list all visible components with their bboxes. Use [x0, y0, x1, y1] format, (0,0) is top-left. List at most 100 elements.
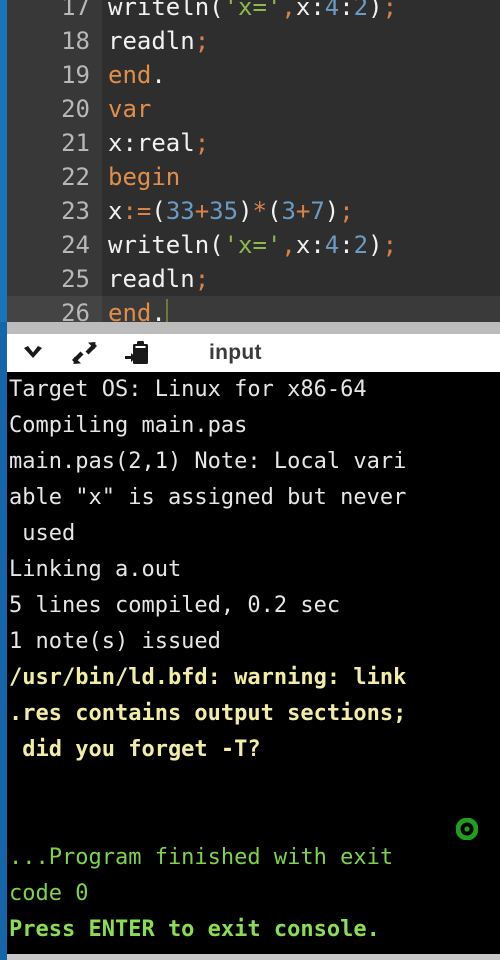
code-line[interactable]: 17 writeln('x=',x:4:2); — [0, 0, 500, 24]
code-editor[interactable]: 17 writeln('x=',x:4:2); 18 readln; 19 end. 20 v… — [0, 0, 500, 322]
code-token: x — [295, 231, 311, 259]
code-token: 35 — [209, 197, 239, 225]
code-line-text: readln; — [108, 262, 209, 296]
code-token: ( — [151, 197, 166, 225]
console-line: .res contains output sections; — [9, 701, 407, 726]
code-token: : — [310, 231, 325, 259]
stop-circle-icon[interactable] — [455, 817, 479, 841]
code-token: x:real — [108, 129, 195, 157]
code-line[interactable]: 20 var — [0, 92, 500, 126]
pane-divider[interactable] — [7, 322, 500, 334]
code-token: ) — [368, 231, 383, 259]
code-token: 'x=' — [223, 0, 282, 21]
code-line[interactable]: 21 x:real; — [0, 126, 500, 160]
app-root: 17 writeln('x=',x:4:2); 18 readln; 19 end. 20 v… — [0, 0, 500, 960]
code-token: ( — [209, 0, 224, 21]
code-token: ( — [266, 197, 282, 225]
code-token: , — [281, 0, 296, 21]
line-number: 23 — [7, 194, 102, 228]
code-token: writeln — [108, 0, 210, 21]
code-token: ( — [209, 231, 224, 259]
code-token: 4 — [324, 231, 340, 259]
code-token: : — [339, 231, 354, 259]
code-line-text: begin — [108, 160, 180, 194]
text-caret — [165, 299, 168, 322]
paste-clipboard-icon[interactable] — [111, 334, 163, 372]
code-token: 4 — [324, 0, 340, 21]
console-line: Compiling main.pas — [9, 413, 248, 438]
editor-left-accent-rail — [0, 0, 7, 322]
code-token: var — [108, 95, 152, 123]
code-token: . — [151, 299, 166, 322]
line-number: 21 — [7, 126, 102, 160]
code-line[interactable]: 23 x:=(33+35)*(3+7); — [0, 194, 500, 228]
code-token: ; — [194, 129, 210, 157]
code-token: ; — [339, 197, 354, 225]
shrink-arrows-icon[interactable] — [59, 334, 111, 372]
code-token: readln — [108, 27, 195, 55]
code-token: + — [295, 197, 311, 225]
code-line-text: var — [108, 92, 151, 126]
line-number: 18 — [7, 24, 102, 58]
toolbar-title: input — [209, 341, 262, 364]
code-token: end — [108, 299, 152, 322]
code-line[interactable]: 18 readln; — [0, 24, 500, 58]
line-number: 26 — [7, 296, 102, 322]
code-token: ; — [382, 231, 398, 259]
code-token: begin — [108, 163, 181, 191]
line-number: 17 — [7, 0, 102, 24]
console-line: used — [9, 521, 76, 546]
code-token: end — [108, 61, 152, 89]
code-token: ) — [324, 197, 340, 225]
code-token: ; — [194, 27, 210, 55]
code-token: 2 — [353, 231, 369, 259]
line-number: 25 — [7, 262, 102, 296]
code-token: 7 — [310, 197, 325, 225]
code-token: x — [295, 0, 311, 21]
chevron-down-icon[interactable] — [7, 334, 59, 372]
console-line: Linking a.out — [9, 557, 182, 582]
code-token: : — [310, 0, 325, 21]
line-number: 22 — [7, 160, 102, 194]
code-token: : — [339, 0, 354, 21]
code-line[interactable]: 26 end. — [0, 296, 500, 322]
code-line-text: writeln('x=',x:4:2); — [108, 0, 397, 24]
bottom-edge — [7, 954, 500, 960]
console-line: Target OS: Linux for x86-64 — [9, 377, 367, 402]
code-line-text: x:real; — [108, 126, 209, 160]
code-token: x — [108, 197, 123, 225]
code-line[interactable]: 25 readln; — [0, 262, 500, 296]
code-token: := — [122, 197, 152, 225]
code-token: writeln — [108, 231, 210, 259]
line-number: 20 — [7, 92, 102, 126]
console-output[interactable]: Target OS: Linux for x86-64 Compiling mai… — [7, 372, 500, 954]
line-number: 19 — [7, 58, 102, 92]
console-line: /usr/bin/ld.bfd: warning: link — [9, 665, 407, 690]
line-number: 24 — [7, 228, 102, 262]
code-line-text: writeln('x=',x:4:2); — [108, 228, 397, 262]
code-token: , — [281, 231, 296, 259]
console-line: Press ENTER to exit console. — [9, 917, 380, 942]
code-line-text: x:=(33+35)*(3+7); — [108, 194, 354, 228]
code-token: . — [151, 61, 166, 89]
code-line-text: readln; — [108, 24, 209, 58]
code-token: 2 — [353, 0, 369, 21]
console-line: 5 lines compiled, 0.2 sec — [9, 593, 341, 618]
code-line-text: end. — [108, 296, 168, 322]
code-token: readln — [108, 265, 195, 293]
code-line[interactable]: 22 begin — [0, 160, 500, 194]
code-token: * — [252, 197, 267, 225]
code-line[interactable]: 24 writeln('x=',x:4:2); — [0, 228, 500, 262]
console-line: main.pas(2,1) Note: Local vari — [9, 449, 407, 474]
code-lines[interactable]: 17 writeln('x=',x:4:2); 18 readln; 19 end. 20 v… — [0, 0, 500, 322]
console-line: code 0 — [9, 881, 89, 906]
console-line: 1 note(s) issued — [9, 629, 221, 654]
console-line: did you forget -T? — [9, 737, 261, 762]
code-token: 3 — [281, 197, 296, 225]
code-token: ) — [368, 0, 383, 21]
code-token: ) — [238, 197, 253, 225]
code-line[interactable]: 19 end. — [0, 58, 500, 92]
code-token: ; — [194, 265, 210, 293]
